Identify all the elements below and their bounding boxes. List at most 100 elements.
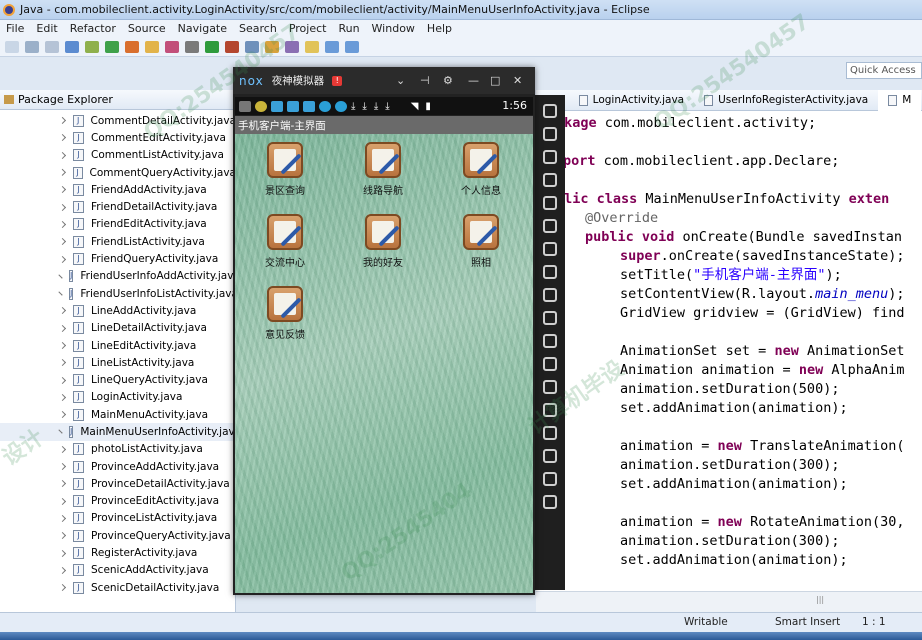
scissors-icon[interactable] (543, 150, 557, 164)
menu-edit[interactable]: Edit (30, 22, 63, 35)
expand-arrow-icon[interactable] (58, 169, 66, 176)
back-icon[interactable] (543, 449, 557, 463)
camera-icon[interactable] (543, 357, 557, 371)
menu-run[interactable]: Run (332, 22, 365, 35)
file-tree-item[interactable]: J CommentDetailActivity.java (0, 112, 236, 129)
menu-window[interactable]: Window (366, 22, 421, 35)
menu-project[interactable]: Project (283, 22, 333, 35)
expand-arrow-icon[interactable] (58, 532, 67, 540)
expand-arrow-icon[interactable] (58, 393, 67, 401)
file-tree-item[interactable]: J CommentListActivity.java (0, 147, 236, 164)
new-icon[interactable] (5, 40, 19, 53)
expand-arrow-icon[interactable] (58, 203, 67, 211)
scroll-grip-icon[interactable]: ||| (816, 595, 824, 604)
highlight-icon[interactable] (305, 40, 319, 53)
menu-refactor[interactable]: Refactor (64, 22, 122, 35)
expand-arrow-icon[interactable] (58, 238, 67, 246)
expand-arrow-icon[interactable] (58, 376, 67, 384)
expand-arrow-icon[interactable] (58, 359, 67, 367)
file-tree-item[interactable]: J ProvinceQueryActivity.java (0, 527, 236, 544)
menu-icon[interactable] (543, 403, 557, 417)
expand-arrow-icon[interactable] (58, 307, 67, 315)
expand-arrow-icon[interactable] (58, 186, 67, 194)
jar-icon[interactable] (145, 40, 159, 53)
grid-item-route-navigation[interactable]: 线路导航 (348, 142, 418, 197)
file-tree-item[interactable]: J LineListActivity.java (0, 354, 236, 371)
close-icon[interactable]: ✕ (513, 74, 522, 87)
file-tree-item[interactable]: J LineEditActivity.java (0, 337, 236, 354)
expand-arrow-icon[interactable] (58, 549, 67, 557)
minimize-icon[interactable]: — (468, 74, 479, 87)
file-tree-item[interactable]: J ProvinceEditActivity.java (0, 493, 236, 510)
robot-icon[interactable] (543, 127, 557, 141)
file-tree-item[interactable]: J LineQueryActivity.java (0, 371, 236, 388)
expand-arrow-icon[interactable] (58, 566, 67, 574)
file-tree-item[interactable]: J MainMenuActivity.java (0, 406, 236, 423)
menu-file[interactable]: File (0, 22, 30, 35)
recent-apps-icon[interactable] (543, 495, 557, 509)
file-tree-item[interactable]: J RegisterActivity.java (0, 544, 236, 561)
class-icon[interactable] (165, 40, 179, 53)
open-type-icon[interactable] (245, 40, 259, 53)
screen-icon[interactable] (543, 196, 557, 210)
file-tree-item[interactable]: J LineDetailActivity.java (0, 320, 236, 337)
expand-arrow-icon[interactable] (58, 429, 63, 435)
code-editor[interactable]: ckage com.mobileclient.activity; port co… (536, 111, 922, 591)
file-tree-item[interactable]: J ScenicDetailActivity.java (0, 579, 236, 596)
add-icon[interactable] (543, 426, 557, 440)
search-icon[interactable] (125, 40, 139, 53)
file-tree-item[interactable]: J ProvinceListActivity.java (0, 510, 236, 527)
file-tree-item[interactable]: J FriendUserInfoAddActivity.java (0, 268, 240, 285)
tab-userinfo-register[interactable]: UserInfoRegisterActivity.java (694, 94, 878, 106)
file-tree-item[interactable]: J FriendAddActivity.java (0, 181, 236, 198)
expand-arrow-icon[interactable] (58, 497, 67, 505)
expand-arrow-icon[interactable] (58, 151, 67, 159)
expand-arrow-icon[interactable] (58, 514, 67, 523)
fullscreen-icon[interactable] (543, 219, 557, 233)
shake-icon[interactable] (543, 334, 557, 348)
gear-icon[interactable]: ⚙ (443, 74, 453, 87)
file-tree-item[interactable]: J FriendDetailActivity.java (0, 198, 236, 215)
expand-arrow-icon[interactable] (58, 341, 67, 350)
run-icon[interactable] (205, 40, 219, 53)
expand-arrow-icon[interactable] (58, 324, 67, 332)
location-icon[interactable] (543, 173, 557, 187)
debug-icon[interactable] (185, 40, 199, 53)
chevron-down-icon[interactable]: ⌄ (396, 74, 405, 87)
tab-login-activity[interactable]: LoginActivity.java (569, 94, 694, 106)
home-icon[interactable] (543, 472, 557, 486)
volume-down-icon[interactable] (543, 265, 557, 279)
pencil-icon[interactable] (285, 40, 299, 53)
pin-icon[interactable]: ⊣ (420, 74, 430, 87)
expand-arrow-icon[interactable] (58, 291, 63, 296)
file-tree-item[interactable]: JphotoListActivity.java (0, 441, 236, 458)
expand-arrow-icon[interactable] (58, 411, 67, 419)
expand-arrow-icon[interactable] (58, 584, 67, 592)
maximize-icon[interactable]: □ (490, 74, 500, 87)
save-icon[interactable] (25, 40, 39, 53)
grid-item-photos[interactable]: 照相 (446, 214, 516, 269)
menu-source[interactable]: Source (122, 22, 172, 35)
expand-arrow-icon[interactable] (58, 274, 63, 279)
loading-icon[interactable] (543, 311, 557, 325)
tab-active-editor[interactable]: M (878, 89, 922, 111)
file-tree-item[interactable]: J ScenicAddActivity.java (0, 562, 236, 579)
file-tree-item[interactable]: J LoginActivity.java (0, 389, 236, 406)
grid-item-personal-info[interactable]: 个人信息 (446, 142, 516, 197)
build-icon[interactable] (65, 40, 79, 53)
checkbox-icon[interactable] (105, 40, 119, 53)
menu-help[interactable]: Help (421, 22, 458, 35)
expand-arrow-icon[interactable] (58, 445, 67, 453)
open-folder-icon[interactable] (265, 40, 279, 53)
expand-arrow-icon[interactable] (58, 134, 67, 142)
expand-arrow-icon[interactable] (58, 255, 67, 263)
expand-arrow-icon[interactable] (58, 117, 66, 125)
file-tree-item[interactable]: J CommentEditActivity.java (0, 129, 236, 146)
notification-icon[interactable]: ! (332, 75, 343, 86)
android-sdk-icon[interactable] (85, 40, 99, 53)
external-tools-icon[interactable] (225, 40, 239, 53)
file-tree-item[interactable]: J CommentQueryActivity.java (0, 164, 236, 181)
multi-instance-icon[interactable] (543, 380, 557, 394)
file-tree-item[interactable]: J ProvinceDetailActivity.java (0, 475, 236, 492)
menu-search[interactable]: Search (233, 22, 283, 35)
